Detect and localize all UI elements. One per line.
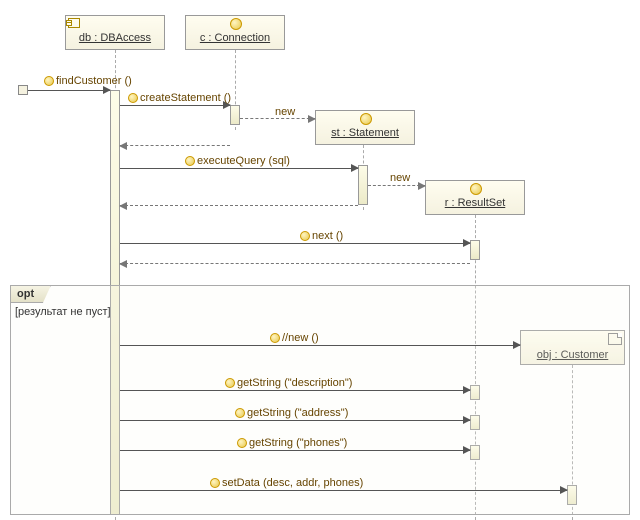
operation-icon	[128, 93, 138, 103]
message-arrow	[120, 450, 470, 451]
message-arrow	[28, 90, 110, 91]
operation-icon	[44, 76, 54, 86]
return-arrow	[120, 145, 230, 146]
message-label: getString ("phones")	[237, 437, 347, 449]
return-arrow	[120, 263, 470, 264]
message-arrow	[120, 390, 470, 391]
message-label: findCustomer ()	[44, 75, 132, 87]
message-arrow	[120, 168, 358, 169]
operation-icon	[235, 408, 245, 418]
message-label: getString ("address")	[235, 407, 348, 419]
create-arrow	[240, 118, 315, 119]
message-label: new	[275, 106, 295, 118]
lifeline-label: c : Connection	[200, 32, 270, 44]
message-label: new	[390, 172, 410, 184]
lifeline-st: st : Statement	[315, 110, 415, 145]
lifeline-label: r : ResultSet	[445, 197, 506, 209]
message-arrow	[120, 490, 567, 491]
gate-icon	[18, 85, 28, 95]
create-arrow	[368, 185, 425, 186]
message-label: createStatement ()	[128, 92, 231, 104]
message-label: getString ("description")	[225, 377, 352, 389]
operation-icon	[300, 231, 310, 241]
operation-icon	[185, 156, 195, 166]
message-label: executeQuery (sql)	[185, 155, 290, 167]
lifeline-r: r : ResultSet	[425, 180, 525, 215]
lifeline-label: db : DBAccess	[79, 32, 151, 44]
message-label: //new ()	[270, 332, 319, 344]
message-arrow	[120, 345, 520, 346]
fragment-guard: [результат не пуст]	[15, 306, 111, 318]
operation-icon	[210, 478, 220, 488]
operation-icon	[237, 438, 247, 448]
interface-icon	[360, 113, 372, 125]
operation-icon	[270, 333, 280, 343]
message-arrow	[120, 105, 230, 106]
activation	[358, 165, 368, 205]
message-arrow	[120, 243, 470, 244]
message-label: setData (desc, addr, phones)	[210, 477, 363, 489]
lifeline-c: c : Connection	[185, 15, 285, 50]
return-arrow	[120, 205, 358, 206]
interface-icon	[470, 183, 482, 195]
message-arrow	[120, 420, 470, 421]
lifeline-db: db : DBAccess	[65, 15, 165, 50]
operation-icon	[225, 378, 235, 388]
activation	[230, 105, 240, 125]
fragment-label: opt	[10, 285, 51, 303]
message-label: next ()	[300, 230, 343, 242]
activation	[470, 240, 480, 260]
component-icon	[68, 18, 80, 28]
interface-icon	[230, 18, 242, 30]
lifeline-label: st : Statement	[331, 127, 399, 139]
